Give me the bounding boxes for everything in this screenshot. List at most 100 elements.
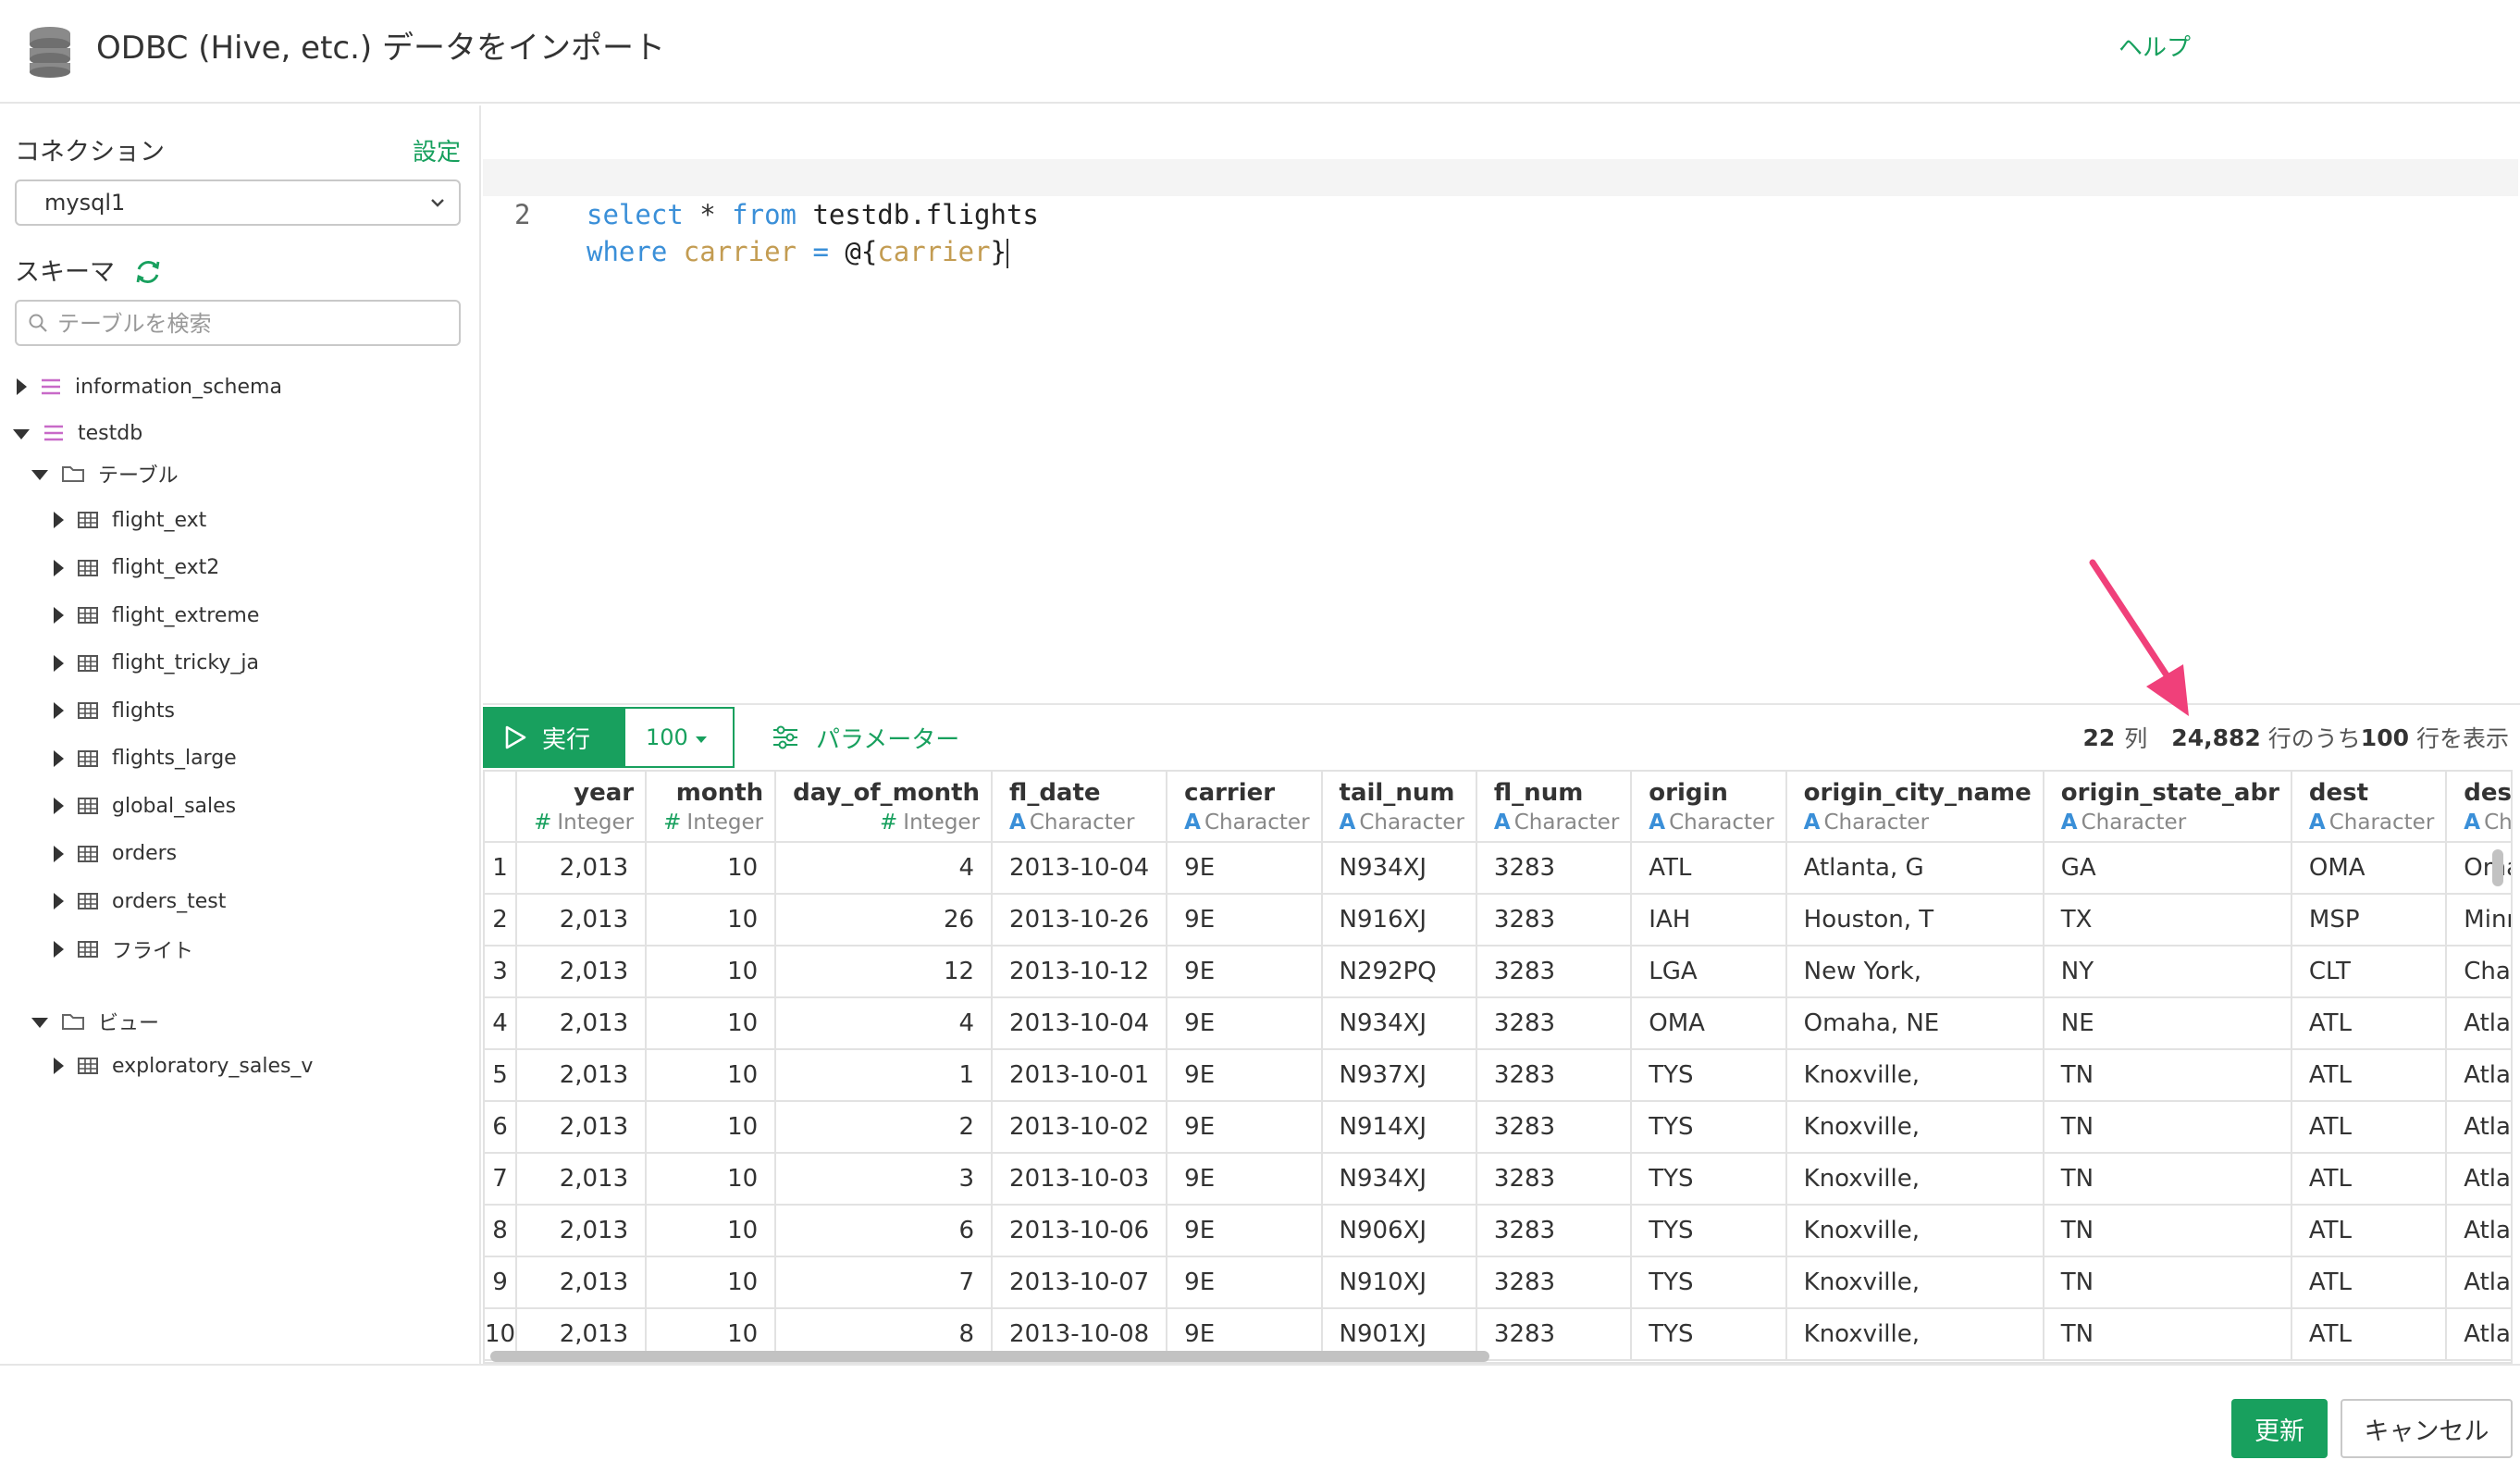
parameters-button[interactable]: パラメーター	[772, 718, 959, 757]
table-cell[interactable]: 3283	[1476, 1308, 1633, 1361]
table-cell[interactable]: N916XJ	[1321, 894, 1477, 947]
table-cell[interactable]: N914XJ	[1321, 1101, 1477, 1154]
table-item[interactable]: flights_large	[54, 740, 237, 777]
table-item[interactable]: flight_ext2	[54, 550, 219, 587]
table-cell[interactable]: TYS	[1631, 1101, 1787, 1154]
row-number[interactable]: 2	[485, 894, 518, 947]
row-number[interactable]: 9	[485, 1256, 518, 1309]
table-cell[interactable]: Knoxville,	[1785, 1205, 2044, 1257]
table-item[interactable]: flights	[54, 692, 175, 729]
table-cell[interactable]: 2013-10-02	[992, 1101, 1168, 1154]
table-cell[interactable]: Minneapolis	[2446, 894, 2511, 947]
table-cell[interactable]: TYS	[1631, 1049, 1787, 1102]
table-cell[interactable]: 4	[775, 997, 994, 1050]
table-cell[interactable]: 10	[646, 1101, 777, 1154]
table-cell[interactable]: 2013-10-12	[992, 946, 1168, 998]
table-row[interactable]: 2 2,013 10 26 2013-10-26 9E N916XJ 3283 IAH Houst…	[485, 894, 2511, 947]
table-row[interactable]: 5 2,013 10 1 2013-10-01 9E N937XJ 3283 TYS Knoxvi…	[485, 1049, 2511, 1102]
table-cell[interactable]: TYS	[1631, 1153, 1787, 1206]
table-cell[interactable]: 10	[646, 946, 777, 998]
table-cell[interactable]: Omaha, NE	[1785, 997, 2044, 1050]
table-cell[interactable]: 9E	[1167, 1101, 1323, 1154]
table-cell[interactable]: OMA	[2291, 842, 2448, 895]
table-cell[interactable]: 3	[775, 1153, 994, 1206]
table-cell[interactable]: TYS	[1631, 1308, 1787, 1361]
table-cell[interactable]: 7	[775, 1256, 994, 1309]
table-cell[interactable]: ATL	[2291, 1049, 2448, 1102]
table-cell[interactable]: CLT	[2291, 946, 2448, 998]
table-item[interactable]: orders_test	[54, 883, 226, 920]
table-cell[interactable]: TN	[2043, 1153, 2292, 1206]
table-row[interactable]: 8 2,013 10 6 2013-10-06 9E N906XJ 3283 TYS Knoxvi…	[485, 1205, 2511, 1257]
table-cell[interactable]: Atlanta	[2446, 1101, 2511, 1154]
table-cell[interactable]: Knoxville,	[1785, 1256, 2044, 1309]
table-cell[interactable]: 10	[646, 1049, 777, 1102]
table-cell[interactable]: 9E	[1167, 946, 1323, 998]
table-cell[interactable]: LGA	[1631, 946, 1787, 998]
table-cell[interactable]: N910XJ	[1321, 1256, 1477, 1309]
table-cell[interactable]: 2013-10-04	[992, 842, 1168, 895]
caret-right-icon[interactable]	[54, 893, 64, 909]
table-cell[interactable]: 9E	[1167, 1153, 1323, 1206]
folder-tables[interactable]: テーブル	[31, 455, 179, 492]
table-cell[interactable]: ATL	[2291, 1205, 2448, 1257]
table-cell[interactable]: ATL	[2291, 997, 2448, 1050]
table-search[interactable]	[15, 300, 461, 346]
table-cell[interactable]: TX	[2043, 894, 2292, 947]
table-item[interactable]: フライト	[54, 931, 193, 968]
table-cell[interactable]: 2,013	[516, 1101, 648, 1154]
table-cell[interactable]: 2013-10-01	[992, 1049, 1168, 1102]
table-cell[interactable]: OMA	[1631, 997, 1787, 1050]
row-number[interactable]: 8	[485, 1205, 518, 1257]
table-cell[interactable]: 3283	[1476, 1153, 1633, 1206]
table-cell[interactable]: TN	[2043, 1308, 2292, 1361]
folder-views[interactable]: ビュー	[31, 1003, 159, 1040]
connection-select[interactable]: mysql1	[15, 179, 461, 226]
run-button[interactable]: 実行	[483, 707, 624, 768]
table-row[interactable]: 7 2,013 10 3 2013-10-03 9E N934XJ 3283 TYS Knoxvi…	[485, 1153, 2511, 1206]
caret-right-icon[interactable]	[54, 798, 64, 814]
table-cell[interactable]: ATL	[2291, 1101, 2448, 1154]
column-header[interactable]: tail_num A Character	[1321, 772, 1477, 843]
table-cell[interactable]: 2	[775, 1101, 994, 1154]
table-cell[interactable]: 2,013	[516, 1153, 648, 1206]
table-cell[interactable]: N292PQ	[1321, 946, 1477, 998]
table-cell[interactable]: 3283	[1476, 894, 1633, 947]
column-header[interactable]: day_of_month # Integer	[775, 772, 994, 843]
schema-item-information-schema[interactable]: information_schema	[17, 368, 282, 405]
table-cell[interactable]: 2013-10-03	[992, 1153, 1168, 1206]
cancel-button[interactable]: キャンセル	[2341, 1399, 2513, 1458]
table-cell[interactable]: 9E	[1167, 997, 1323, 1050]
table-cell[interactable]: 10	[646, 842, 777, 895]
caret-down-icon[interactable]	[31, 1017, 48, 1028]
table-cell[interactable]: N934XJ	[1321, 1153, 1477, 1206]
column-header[interactable]: year # Integer	[516, 772, 648, 843]
table-item[interactable]: flight_extreme	[54, 597, 259, 634]
table-cell[interactable]: Knoxville,	[1785, 1308, 2044, 1361]
table-cell[interactable]: 10	[646, 894, 777, 947]
table-cell[interactable]: 9E	[1167, 842, 1323, 895]
table-cell[interactable]: Atlanta	[2446, 1308, 2511, 1361]
column-header[interactable]: dest_city_name ACharacter	[2446, 772, 2511, 843]
caret-right-icon[interactable]	[54, 845, 64, 862]
table-item[interactable]: orders	[54, 835, 177, 872]
table-cell[interactable]: Atlanta	[2446, 1205, 2511, 1257]
table-cell[interactable]: 2013-10-07	[992, 1256, 1168, 1309]
column-header[interactable]: month # Integer	[646, 772, 777, 843]
table-cell[interactable]: TN	[2043, 1049, 2292, 1102]
settings-link[interactable]: 設定	[413, 133, 461, 167]
table-cell[interactable]: Atlanta	[2446, 1049, 2511, 1102]
table-cell[interactable]: N906XJ	[1321, 1205, 1477, 1257]
table-cell[interactable]: Knoxville,	[1785, 1049, 2044, 1102]
table-cell[interactable]: 26	[775, 894, 994, 947]
vertical-scrollbar[interactable]	[2492, 849, 2503, 886]
table-cell[interactable]: 2,013	[516, 1205, 648, 1257]
table-cell[interactable]: ATL	[2291, 1308, 2448, 1361]
table-cell[interactable]: Atlanta	[2446, 1153, 2511, 1206]
table-cell[interactable]: 2013-10-06	[992, 1205, 1168, 1257]
table-cell[interactable]: Atlanta	[2446, 997, 2511, 1050]
table-cell[interactable]: Houston, T	[1785, 894, 2044, 947]
table-cell[interactable]: 9E	[1167, 894, 1323, 947]
table-cell[interactable]: NY	[2043, 946, 2292, 998]
caret-right-icon[interactable]	[54, 940, 64, 958]
